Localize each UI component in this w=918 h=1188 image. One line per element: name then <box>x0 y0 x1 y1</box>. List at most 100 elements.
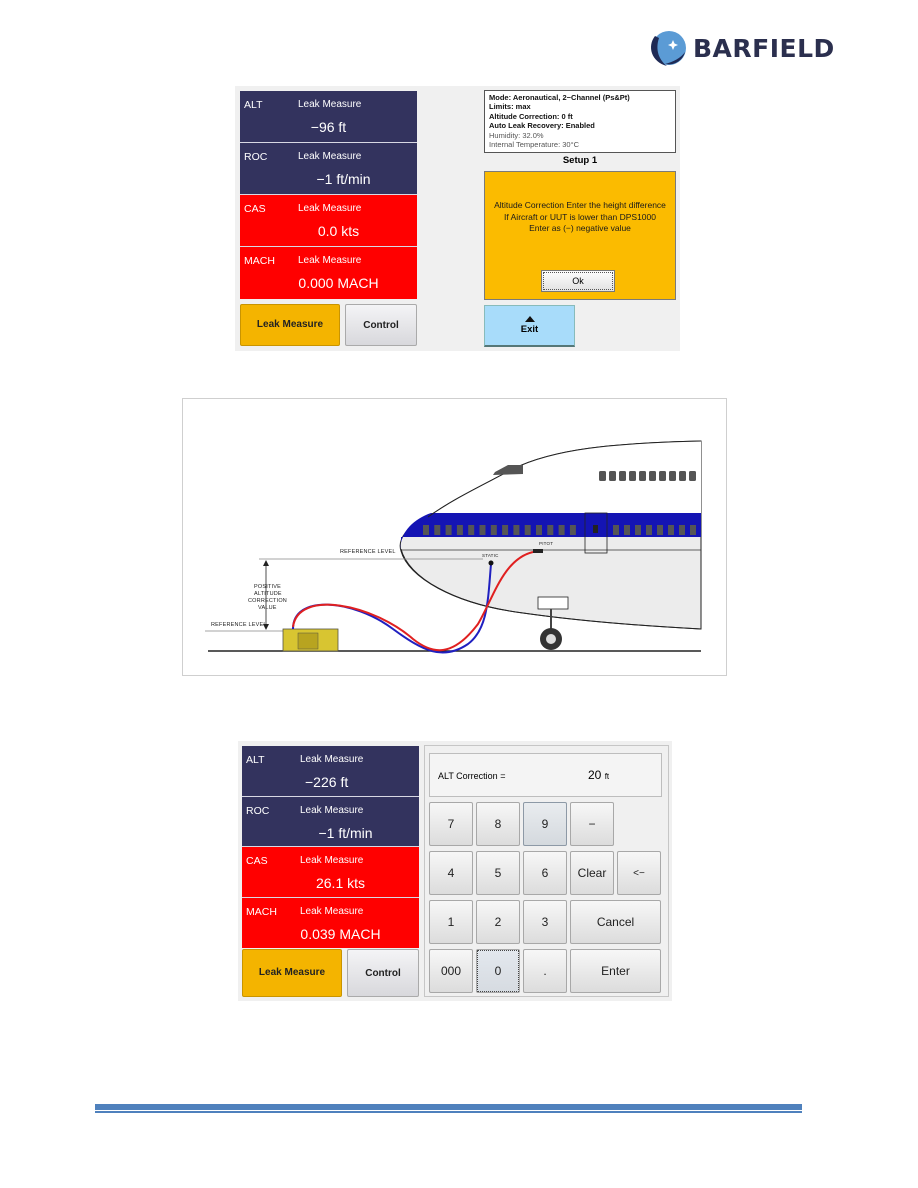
main-deck-window <box>445 525 452 535</box>
leak-measure-button[interactable]: Leak Measure <box>242 949 342 997</box>
key-4[interactable]: 4 <box>429 851 473 895</box>
up-arrow-icon <box>524 316 535 322</box>
control-button[interactable]: Control <box>345 304 417 346</box>
control-button[interactable]: Control <box>347 949 419 997</box>
main-deck-window <box>536 525 542 535</box>
main-deck-window <box>456 525 463 535</box>
main-deck-window <box>468 525 475 535</box>
main-deck-window <box>657 525 663 535</box>
upper-deck-window <box>599 471 606 481</box>
readout-column: ALT Leak Measure −96 ft ROC Leak Measure… <box>240 91 417 299</box>
main-deck-window <box>635 525 641 535</box>
readout-roc[interactable]: ROC Leak Measure −1 ft/min <box>242 796 419 847</box>
readout-value: −96 ft <box>310 119 347 135</box>
readout-alt[interactable]: ALT Leak Measure −96 ft <box>240 91 417 143</box>
key-000[interactable]: 000 <box>429 949 473 993</box>
readout-value: 0.000 MACH <box>298 275 379 291</box>
main-deck-window <box>690 525 696 535</box>
reference-level-upper-label: REFERENCE LEVEL <box>340 549 396 555</box>
readout-value: 0.039 MACH <box>300 925 381 942</box>
readout-label: ALT <box>244 99 263 111</box>
readout-mach[interactable]: MACH Leak Measure 0.000 MACH <box>240 247 417 299</box>
main-deck-window <box>646 525 652 535</box>
correction-label-3: CORRECTION <box>248 598 287 604</box>
readout-value: 26.1 kts <box>315 875 366 891</box>
key-0[interactable]: 0 <box>476 949 520 993</box>
readout-label: ROC <box>246 804 270 817</box>
upper-deck-window <box>679 471 686 481</box>
main-deck-window <box>434 525 441 535</box>
readout-mode: Leak Measure <box>300 855 364 866</box>
main-deck-window <box>547 525 554 535</box>
upper-deck-window <box>659 471 666 481</box>
readout-mode: Leak Measure <box>300 804 364 816</box>
barfield-logo: BARFIELD <box>645 26 855 70</box>
humidity-text: Humidity: 32.0% <box>489 130 544 140</box>
bottom-button-row: Leak Measure Control <box>240 304 417 346</box>
main-deck-window <box>558 525 565 535</box>
main-deck-window <box>668 525 674 535</box>
ok-button[interactable]: Ok <box>541 270 615 292</box>
readout-mode: Leak Measure <box>300 905 364 917</box>
internal-temperature-text: Internal Temperature: 30°C <box>489 140 579 150</box>
key-3[interactable]: 3 <box>523 900 567 944</box>
key-9[interactable]: 9 <box>523 802 567 846</box>
readout-cas[interactable]: CAS Leak Measure 0.0 kts <box>240 195 417 247</box>
correction-label-1: POSITIVE <box>254 584 281 590</box>
alt-correction-value: 20 ft <box>588 768 610 782</box>
enter-button[interactable]: Enter <box>570 949 661 993</box>
readout-column: ALT Leak Measure −226 ft ROC Leak Measur… <box>242 746 419 948</box>
aircraft-diagram-svg <box>205 440 702 654</box>
cancel-button[interactable]: Cancel <box>570 900 661 944</box>
readout-cas[interactable]: CAS Leak Measure 26.1 kts <box>242 847 419 898</box>
main-deck-window <box>490 525 497 535</box>
upper-deck-window <box>609 471 616 481</box>
main-deck-window <box>613 525 619 535</box>
readout-value: −1 ft/min <box>316 171 371 187</box>
footer-rule-thin <box>95 1111 802 1113</box>
upper-deck-window <box>629 471 636 481</box>
readout-alt[interactable]: ALT Leak Measure −226 ft <box>242 746 419 797</box>
key-8[interactable]: 8 <box>476 802 520 846</box>
main-deck-window <box>502 525 509 535</box>
readout-label: ROC <box>244 151 268 163</box>
main-deck-window <box>423 525 429 535</box>
key-2[interactable]: 2 <box>476 900 520 944</box>
leak-measure-button[interactable]: Leak Measure <box>240 304 340 346</box>
altitude-correction-diagram: REFERENCE LEVEL REFERENCE LEVEL POSITIVE… <box>182 398 727 676</box>
key-1[interactable]: 1 <box>429 900 473 944</box>
alt-correction-display[interactable]: ALT Correction = 20 ft <box>429 753 662 797</box>
main-deck-window <box>479 525 486 535</box>
key-6[interactable]: 6 <box>523 851 567 895</box>
mode-text: Mode: Aeronautical, 2−Channel (Ps&Pt) <box>489 93 630 102</box>
readout-roc[interactable]: ROC Leak Measure −1 ft/min <box>240 143 417 195</box>
setup-title: Setup 1 <box>562 155 598 166</box>
pitot-label: PITOT <box>539 541 554 546</box>
auto-leak-recovery-text: Auto Leak Recovery: Enabled <box>489 121 595 131</box>
exit-button[interactable]: Exit <box>484 305 575 347</box>
alt-correction-label: ALT Correction = <box>438 771 506 781</box>
readout-mode: Leak Measure <box>298 99 362 110</box>
correction-label-4: VALUE <box>258 605 277 611</box>
static-label: STATIC <box>482 553 499 558</box>
clear-button[interactable]: Clear <box>570 851 614 895</box>
readout-mode: Leak Measure <box>300 754 364 765</box>
key-5[interactable]: 5 <box>476 851 520 895</box>
key-decimal[interactable]: . <box>523 949 567 993</box>
main-deck-window <box>679 525 685 535</box>
correction-label-2: ALTITUDE <box>254 591 282 597</box>
status-info-box: Mode: Aeronautical, 2−Channel (Ps&Pt) Li… <box>484 90 676 153</box>
main-deck-window <box>524 525 531 535</box>
backspace-button[interactable]: <− <box>617 851 661 895</box>
readout-mach[interactable]: MACH Leak Measure 0.039 MACH <box>242 897 419 948</box>
limits-text: Limits: max <box>489 102 531 112</box>
key-7[interactable]: 7 <box>429 802 473 846</box>
upper-deck-window <box>689 471 696 481</box>
readout-label: MACH <box>244 255 275 267</box>
numeric-keypad-panel: ALT Correction = 20 ft 7 8 9 − 4 5 6 Cle… <box>424 745 669 997</box>
key-minus[interactable]: − <box>570 802 614 846</box>
alt-correction-entry-screen: ALT Leak Measure −226 ft ROC Leak Measur… <box>238 741 672 1001</box>
footer-rule <box>95 1104 802 1110</box>
cockpit-window <box>493 465 523 475</box>
barfield-globe-logo-icon <box>651 31 686 66</box>
